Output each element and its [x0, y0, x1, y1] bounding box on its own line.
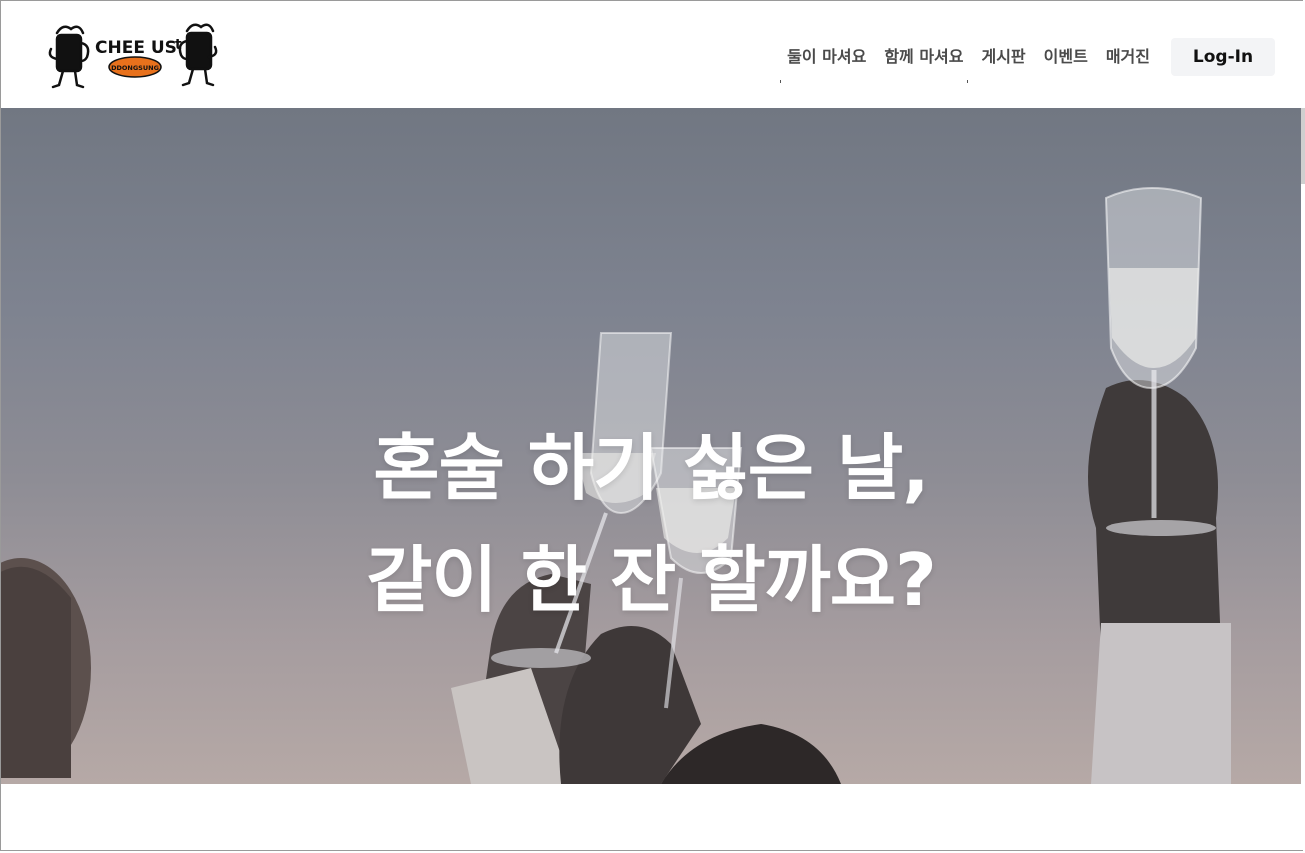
nav-item-drink-together-group[interactable]: 함께 마셔요: [875, 37, 972, 83]
hero-headline-line1: 혼술 하기 싫은 날,: [373, 426, 929, 511]
logo-subtext: DDONGSUNG: [111, 64, 159, 72]
page-scrollbar[interactable]: [1301, 108, 1305, 184]
nav-item-drink-together-two[interactable]: 둘이 마셔요: [778, 37, 875, 83]
login-button[interactable]: Log-In: [1171, 38, 1275, 76]
site-logo[interactable]: CHEE US t DDONGSUNG: [47, 19, 219, 93]
hero-headline-line2: 같이 한 잔 할까요?: [366, 538, 937, 623]
main-nav: 둘이 마셔요 함께 마셔요 게시판 이벤트 매거진 Log-In: [778, 37, 1275, 83]
site-header: CHEE US t DDONGSUNG 둘이 마셔요 함께 마셔요 게시판 이벤…: [1, 1, 1301, 108]
nav-item-board[interactable]: 게시판: [972, 37, 1034, 77]
logo-wordmark: CHEE US: [95, 38, 177, 58]
hero-banner: 혼술 하기 싫은 날, 같이 한 잔 할까요?: [1, 108, 1301, 784]
svg-text:t: t: [175, 37, 182, 53]
cheers-logo-icon: CHEE US t DDONGSUNG: [48, 23, 218, 89]
nav-item-magazine[interactable]: 매거진: [1097, 37, 1159, 77]
hero-headline: 혼술 하기 싫은 날, 같이 한 잔 할까요?: [1, 412, 1301, 636]
nav-item-event[interactable]: 이벤트: [1035, 37, 1097, 77]
